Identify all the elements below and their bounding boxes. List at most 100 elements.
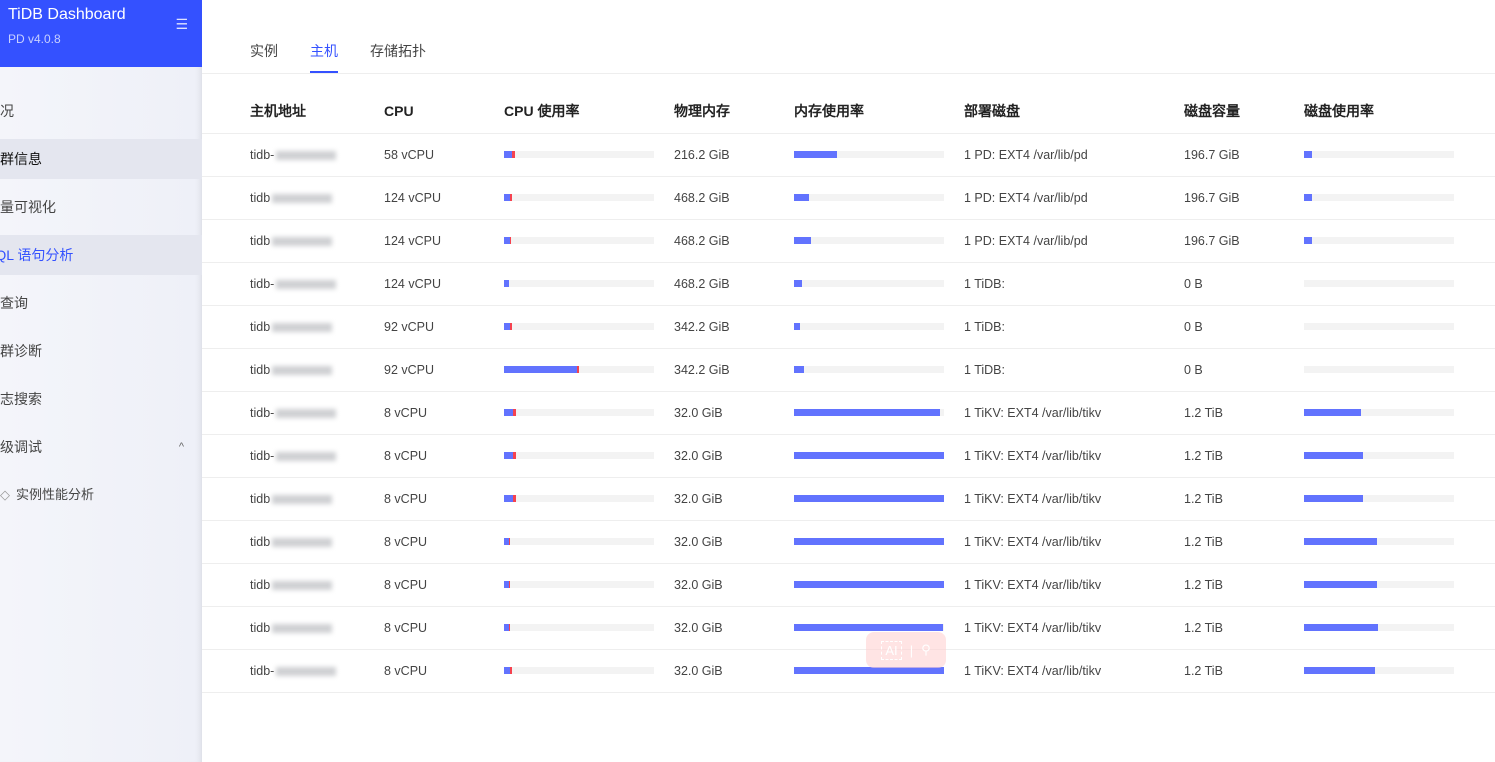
cpu-user-fill xyxy=(504,280,510,287)
memory-usage-bar xyxy=(794,667,944,674)
disk-usage-bar xyxy=(1304,409,1454,416)
disk-capacity-cell: 196.7 GiB xyxy=(1184,176,1304,220)
floating-toolbar[interactable]: AI | ⚲ xyxy=(866,632,946,668)
disk-usage-cell xyxy=(1304,391,1495,435)
tab-storage-topology[interactable]: 存储拓扑 xyxy=(370,41,426,73)
cpu-system-fill xyxy=(513,452,516,459)
sidebar-item-slow-query[interactable]: 慢查询 xyxy=(0,283,202,323)
disk-usage-bar xyxy=(1304,538,1454,545)
host-address: tidb xyxy=(250,319,271,334)
search-icon[interactable]: ⚲ xyxy=(921,642,931,658)
cpu-usage-cell xyxy=(504,262,674,306)
host-cell: tidb xyxy=(202,477,384,521)
host-address: tidb xyxy=(250,491,271,506)
disk-capacity-cell: 1.2 TiB xyxy=(1184,563,1304,607)
cpu-usage-cell xyxy=(504,606,674,650)
sidebar: TiDB Dashboard PD v4.0.8 ☰ 概况 集群信息 流量可视化… xyxy=(0,0,202,762)
cpu-system-fill xyxy=(513,495,516,502)
col-disk[interactable]: 部署磁盘 xyxy=(964,90,1184,134)
cpu-user-fill xyxy=(504,495,513,502)
cpu-usage-bar xyxy=(504,581,654,588)
cpu-cell: 8 vCPU xyxy=(384,606,504,650)
sidebar-item-label: SQL 语句分析 xyxy=(0,247,74,263)
memory-usage-bar xyxy=(794,280,944,287)
memory-cell: 216.2 GiB xyxy=(674,133,794,177)
cpu-cell: 124 vCPU xyxy=(384,176,504,220)
host-cell: tidb xyxy=(202,305,384,349)
cpu-cell: 58 vCPU xyxy=(384,133,504,177)
memory-usage-cell xyxy=(794,348,964,392)
host-cell: tidb xyxy=(202,219,384,263)
memory-cell: 32.0 GiB xyxy=(674,520,794,564)
memory-fill xyxy=(794,538,944,545)
col-host[interactable]: 主机地址 xyxy=(202,90,384,134)
disk-usage-bar xyxy=(1304,667,1454,674)
memory-usage-bar xyxy=(794,237,944,244)
tab-instances[interactable]: 实例 xyxy=(250,41,278,73)
disk-usage-cell xyxy=(1304,305,1495,349)
host-cell: tidb xyxy=(202,176,384,220)
col-disk-capacity[interactable]: 磁盘容量 xyxy=(1184,90,1304,134)
cpu-usage-bar xyxy=(504,452,654,459)
disk-fill xyxy=(1304,151,1312,158)
memory-fill xyxy=(794,581,944,588)
redacted-host xyxy=(276,666,337,676)
tab-hosts[interactable]: 主机 xyxy=(310,41,338,73)
redacted-host xyxy=(272,580,333,590)
disk-usage-cell xyxy=(1304,176,1495,220)
memory-cell: 32.0 GiB xyxy=(674,434,794,478)
cpu-system-fill xyxy=(510,323,512,330)
memory-usage-cell xyxy=(794,434,964,478)
host-cell: tidb- xyxy=(202,391,384,435)
disk-usage-cell xyxy=(1304,219,1495,263)
disk-usage-bar xyxy=(1304,237,1454,244)
sidebar-item-log-search[interactable]: 日志搜索 xyxy=(0,379,202,419)
col-cpu-usage[interactable]: CPU 使用率 xyxy=(504,90,674,134)
memory-cell: 468.2 GiB xyxy=(674,176,794,220)
cpu-cell: 8 vCPU xyxy=(384,391,504,435)
cpu-user-fill xyxy=(504,409,513,416)
memory-usage-bar xyxy=(794,409,944,416)
cpu-usage-cell xyxy=(504,649,674,693)
disk-fill xyxy=(1304,624,1378,631)
memory-usage-cell xyxy=(794,477,964,521)
main-content: 实例 主机 存储拓扑 主机地址 CPU CPU 使用率 物理内存 内存使用率 部… xyxy=(202,0,1495,693)
ai-icon[interactable]: AI xyxy=(881,640,902,660)
redacted-host xyxy=(276,408,337,418)
sidebar-item-cluster-info[interactable]: 集群信息 xyxy=(0,139,202,179)
collapse-menu-icon[interactable]: ☰ xyxy=(175,16,188,33)
col-cpu[interactable]: CPU xyxy=(384,90,504,134)
disk-fill xyxy=(1304,581,1378,588)
col-disk-usage[interactable]: 磁盘使用率 xyxy=(1304,90,1495,134)
cpu-usage-bar xyxy=(504,237,654,244)
cpu-cell: 92 vCPU xyxy=(384,348,504,392)
sidebar-item-instance-profiling[interactable]: ◇ 实例性能分析 xyxy=(0,475,202,515)
sidebar-item-debug[interactable]: 高级调试 ^ xyxy=(0,427,202,467)
sidebar-item-label: 集群信息 xyxy=(0,151,42,167)
memory-cell: 468.2 GiB xyxy=(674,262,794,306)
disk-usage-bar xyxy=(1304,323,1454,330)
sidebar-item-statements[interactable]: SQL 语句分析 xyxy=(0,235,202,275)
disk-usage-cell xyxy=(1304,348,1495,392)
sidebar-item-diagnose[interactable]: 集群诊断 xyxy=(0,331,202,371)
app-title: TiDB Dashboard xyxy=(8,6,126,23)
memory-usage-cell xyxy=(794,219,964,263)
disk-usage-cell xyxy=(1304,606,1495,650)
disk-cell: 1 TiDB: xyxy=(964,262,1184,306)
host-address: tidb xyxy=(250,534,271,549)
app-version: PD v4.0.8 xyxy=(8,32,61,46)
memory-usage-bar xyxy=(794,151,944,158)
cpu-usage-bar xyxy=(504,538,654,545)
memory-usage-cell xyxy=(794,176,964,220)
sidebar-item-keyviz[interactable]: 流量可视化 xyxy=(0,187,202,227)
memory-fill xyxy=(794,280,802,287)
host-address: tidb xyxy=(250,233,271,248)
sidebar-item-overview[interactable]: 概况 xyxy=(0,91,202,131)
host-cell: tidb- xyxy=(202,434,384,478)
disk-usage-bar xyxy=(1304,151,1454,158)
cpu-usage-bar xyxy=(504,194,654,201)
col-memory-usage[interactable]: 内存使用率 xyxy=(794,90,964,134)
redacted-host xyxy=(272,494,333,504)
col-memory[interactable]: 物理内存 xyxy=(674,90,794,134)
disk-cell: 1 TiKV: EXT4 /var/lib/tikv xyxy=(964,391,1184,435)
